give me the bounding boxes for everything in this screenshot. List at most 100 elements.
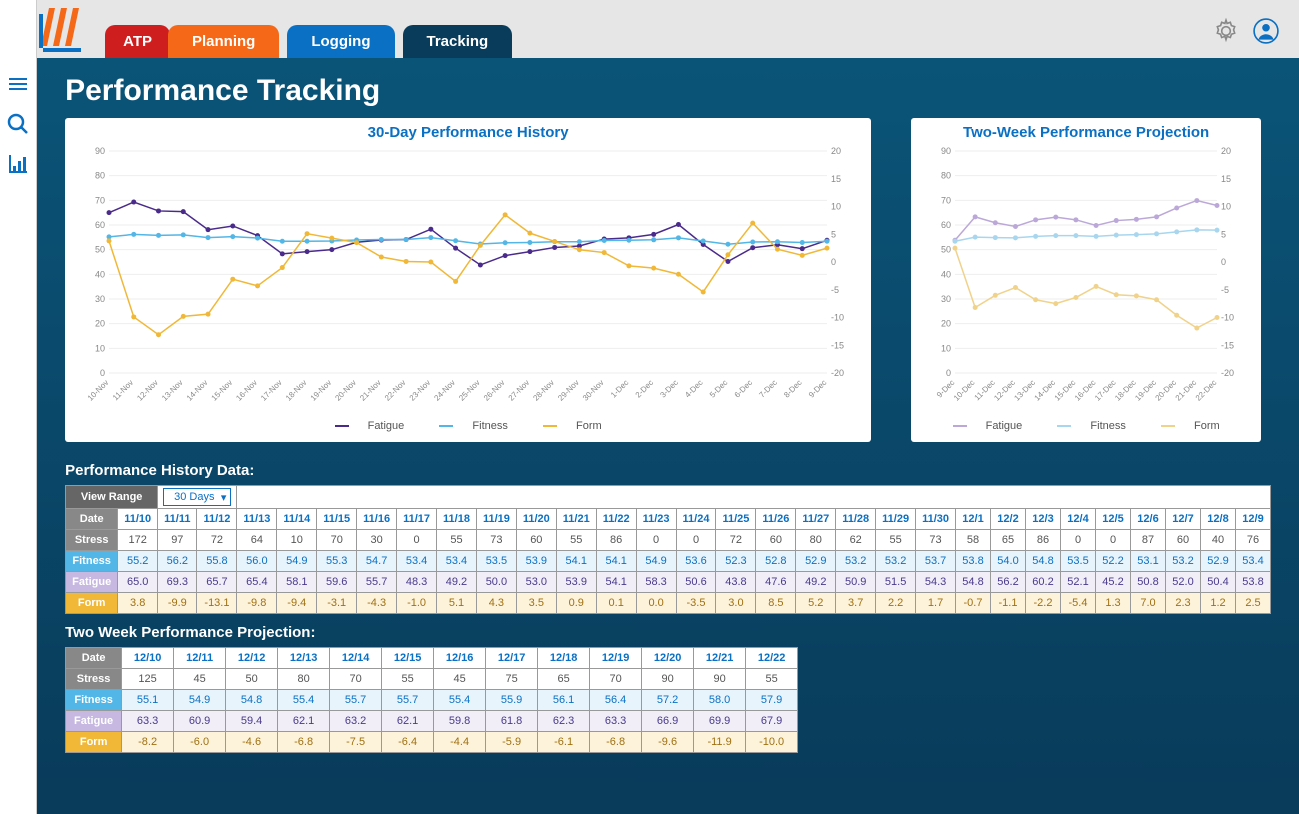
fitness-cell: 53.2 <box>876 551 916 572</box>
fatigue-cell: 59.8 <box>434 711 486 732</box>
form-cell: 3.8 <box>118 593 158 614</box>
fatigue-cell: 52.1 <box>1061 572 1096 593</box>
date-cell: 11/22 <box>596 509 636 530</box>
date-cell: 12/19 <box>590 648 642 669</box>
fatigue-cell: 56.2 <box>991 572 1026 593</box>
fitness-cell: 53.4 <box>1236 551 1271 572</box>
projection-chart: 0102030405060708090-20-15-10-5051015209-… <box>925 143 1247 413</box>
svg-text:10: 10 <box>1221 202 1231 212</box>
form-cell: -3.1 <box>317 593 357 614</box>
fitness-cell: 55.1 <box>122 690 174 711</box>
svg-text:80: 80 <box>941 171 951 181</box>
fatigue-cell: 54.8 <box>956 572 991 593</box>
fitness-cell: 56.1 <box>538 690 590 711</box>
date-cell: 11/13 <box>237 509 277 530</box>
date-cell: 12/8 <box>1201 509 1236 530</box>
date-cell: 12/3 <box>1026 509 1061 530</box>
form-cell: 8.5 <box>756 593 796 614</box>
stress-cell: 55 <box>556 530 596 551</box>
fitness-cell: 52.2 <box>1096 551 1131 572</box>
fitness-cell: 57.9 <box>746 690 798 711</box>
fatigue-cell: 51.5 <box>876 572 916 593</box>
gear-icon[interactable] <box>1213 18 1239 44</box>
svg-text:-15: -15 <box>831 340 844 350</box>
svg-text:14-Dec: 14-Dec <box>1033 378 1058 403</box>
form-cell: 5.1 <box>437 593 477 614</box>
tab-logging[interactable]: Logging <box>287 25 394 58</box>
fitness-cell: 53.9 <box>516 551 556 572</box>
stress-cell: 55 <box>746 669 798 690</box>
form-cell: -4.3 <box>357 593 397 614</box>
form-cell: 3.0 <box>716 593 756 614</box>
history-legend: Fatigue Fitness Form <box>79 420 857 432</box>
svg-text:16-Nov: 16-Nov <box>234 378 259 403</box>
view-range-dropdown[interactable]: 30 Days <box>163 488 231 506</box>
fitness-cell: 55.7 <box>330 690 382 711</box>
fatigue-cell: 69.3 <box>158 572 197 593</box>
svg-text:29-Nov: 29-Nov <box>556 378 581 403</box>
svg-text:0: 0 <box>946 368 951 378</box>
date-cell: 12/14 <box>330 648 382 669</box>
date-cell: 11/30 <box>916 509 956 530</box>
date-cell: 12/5 <box>1096 509 1131 530</box>
svg-text:18-Dec: 18-Dec <box>1113 378 1138 403</box>
form-cell: -1.0 <box>397 593 437 614</box>
form-cell: -6.8 <box>590 732 642 753</box>
menu-icon[interactable] <box>4 70 32 98</box>
search-icon[interactable] <box>4 110 32 138</box>
form-cell: -9.8 <box>237 593 277 614</box>
svg-text:30: 30 <box>95 294 105 304</box>
svg-text:25-Nov: 25-Nov <box>457 378 482 403</box>
date-cell: 12/4 <box>1061 509 1096 530</box>
fitness-cell: 52.9 <box>796 551 836 572</box>
fitness-cell: 54.1 <box>596 551 636 572</box>
stress-cell: 0 <box>676 530 716 551</box>
fatigue-cell: 58.3 <box>636 572 676 593</box>
fitness-cell: 53.4 <box>437 551 477 572</box>
user-icon[interactable] <box>1253 18 1279 44</box>
fatigue-cell: 65.0 <box>118 572 158 593</box>
fitness-cell: 54.7 <box>357 551 397 572</box>
form-cell: 2.3 <box>1166 593 1201 614</box>
svg-text:6-Dec: 6-Dec <box>733 378 754 399</box>
stress-cell: 172 <box>118 530 158 551</box>
svg-text:26-Nov: 26-Nov <box>482 378 507 403</box>
form-cell: 2.5 <box>1236 593 1271 614</box>
fatigue-cell: 53.8 <box>1236 572 1271 593</box>
stress-cell: 45 <box>174 669 226 690</box>
chart-icon[interactable] <box>4 150 32 178</box>
tab-tracking[interactable]: Tracking <box>403 25 513 58</box>
logo <box>37 4 83 52</box>
date-cell: 12/13 <box>278 648 330 669</box>
fatigue-cell: 60.9 <box>174 711 226 732</box>
svg-text:21-Nov: 21-Nov <box>358 378 383 403</box>
date-cell: 12/6 <box>1131 509 1166 530</box>
fitness-cell: 56.4 <box>590 690 642 711</box>
date-cell: 11/23 <box>636 509 676 530</box>
history-table: View Range30 DaysDate11/1011/1111/1211/1… <box>65 485 1271 614</box>
stress-cell: 50 <box>226 669 278 690</box>
tab-planning[interactable]: Planning <box>168 25 279 58</box>
svg-text:60: 60 <box>941 220 951 230</box>
fatigue-cell: 53.0 <box>516 572 556 593</box>
svg-text:18-Nov: 18-Nov <box>284 378 309 403</box>
svg-text:50: 50 <box>941 245 951 255</box>
fitness-cell: 53.8 <box>956 551 991 572</box>
history-section-title: Performance History Data: <box>65 462 1271 479</box>
svg-text:30: 30 <box>941 294 951 304</box>
fatigue-cell: 65.7 <box>197 572 237 593</box>
fitness-cell: 56.0 <box>237 551 277 572</box>
fatigue-cell: 45.2 <box>1096 572 1131 593</box>
svg-text:-20: -20 <box>1221 368 1234 378</box>
form-cell: -4.6 <box>226 732 278 753</box>
fatigue-cell: 60.2 <box>1026 572 1061 593</box>
form-cell: -11.9 <box>694 732 746 753</box>
form-cell: 0.9 <box>556 593 596 614</box>
svg-text:3-Dec: 3-Dec <box>659 378 680 399</box>
svg-text:16-Dec: 16-Dec <box>1073 378 1098 403</box>
projection-chart-card: Two-Week Performance Projection 01020304… <box>911 118 1261 442</box>
tab-atp[interactable]: ATP <box>105 25 170 58</box>
fitness-cell: 53.5 <box>476 551 516 572</box>
svg-text:-10: -10 <box>1221 313 1234 323</box>
form-cell: -5.9 <box>486 732 538 753</box>
